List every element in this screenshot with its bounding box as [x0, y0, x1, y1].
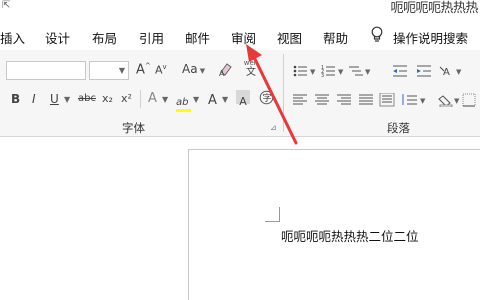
asian-layout-icon: A	[439, 66, 450, 78]
shading-icon	[438, 95, 453, 107]
grow-font-button[interactable]: A^	[136, 62, 151, 77]
quick-access-cursor-icon[interactable]: ⇱	[2, 0, 10, 11]
tab-design[interactable]: 设计	[45, 28, 70, 47]
document-text[interactable]: 呃呃呃呃热热热二位二位	[281, 226, 419, 245]
annotation-arrow	[246, 44, 298, 145]
subscript-button[interactable]: x₂	[102, 92, 113, 105]
tab-help[interactable]: 帮助	[323, 28, 348, 47]
text-effects-button[interactable]: A	[148, 91, 157, 106]
underline-button[interactable]: U	[50, 92, 59, 106]
align-right-icon	[337, 94, 351, 105]
font-color-button[interactable]: A	[208, 89, 217, 108]
line-spacing-icon	[402, 94, 417, 105]
decrease-indent-icon	[393, 65, 407, 77]
chevron-down-icon[interactable]: ▼	[162, 95, 168, 104]
numbering-icon: 123	[321, 65, 335, 78]
change-case-button[interactable]: Aa ▼	[182, 62, 205, 76]
align-center-icon	[315, 94, 329, 105]
svg-text:▼: ▼	[454, 97, 460, 105]
divider	[140, 90, 141, 108]
strikethrough-button[interactable]: abc	[78, 93, 96, 104]
tab-layout[interactable]: 布局	[92, 28, 117, 47]
font-name-box[interactable]	[6, 61, 86, 80]
svg-text:▼: ▼	[420, 97, 426, 105]
superscript-button[interactable]: x²	[121, 92, 132, 105]
paragraph-row-1: ▼ 123 ▼ ▼ A ▼	[293, 65, 462, 78]
chevron-down-icon[interactable]: ▼	[193, 95, 199, 104]
italic-button[interactable]: I	[32, 92, 36, 106]
distributed-icon	[379, 93, 395, 107]
svg-text:A: A	[443, 67, 450, 78]
svg-text:A: A	[219, 69, 225, 77]
multilevel-list-icon	[349, 66, 363, 76]
chevron-down-icon[interactable]: ▼	[64, 95, 70, 104]
margin-marker-horizontal	[265, 221, 280, 222]
title-bar: ⇱ 呃呃呃呃热热热	[0, 0, 480, 22]
clear-formatting-icon[interactable]: A	[218, 61, 234, 81]
font-size-box[interactable]: ▼	[89, 61, 129, 80]
paragraph-group-label: 段落	[387, 121, 410, 135]
shrink-font-button[interactable]: Av	[155, 63, 167, 77]
chevron-down-icon[interactable]: ▼	[222, 95, 228, 104]
increase-indent-icon	[417, 65, 431, 77]
svg-text:3: 3	[321, 73, 324, 78]
borders-icon	[462, 93, 476, 107]
tell-me-search[interactable]: 操作说明搜索	[393, 28, 468, 47]
highlight-button[interactable]: ab	[176, 90, 191, 112]
tab-mailings[interactable]: 邮件	[185, 28, 210, 47]
document-page[interactable]	[188, 149, 480, 300]
font-group-label: 字体	[122, 121, 145, 135]
tab-insert[interactable]: 插入	[0, 28, 25, 47]
svg-text:▼: ▼	[338, 68, 344, 76]
svg-text:▼: ▼	[310, 68, 316, 76]
tab-references[interactable]: 引用	[139, 28, 164, 47]
paragraph-row-2: ▼ ▼	[293, 93, 476, 107]
svg-text:▼: ▼	[456, 68, 462, 76]
document-title: 呃呃呃呃热热热	[390, 1, 478, 16]
svg-text:▼: ▼	[365, 68, 371, 76]
margin-marker-vertical	[279, 207, 280, 222]
bold-button[interactable]: B	[11, 92, 20, 106]
highlight-color-swatch	[176, 109, 191, 112]
chevron-down-icon: ▼	[118, 66, 125, 75]
justify-icon	[359, 94, 373, 105]
lightbulb-icon[interactable]	[370, 26, 384, 48]
